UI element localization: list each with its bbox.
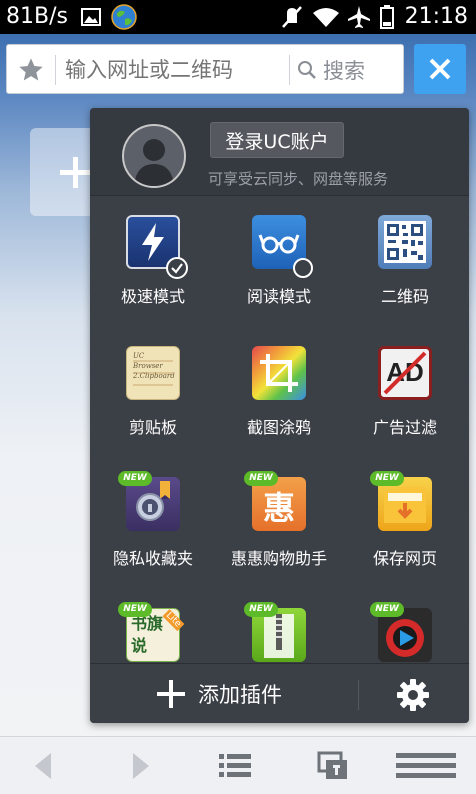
plugin-label: 极速模式 (120, 287, 185, 306)
bookmarks-button[interactable] (212, 737, 258, 794)
battery-icon (378, 0, 396, 34)
plugin-label: 剪贴板 (128, 418, 177, 437)
forward-arrow-icon (129, 751, 153, 781)
new-badge: NEW (244, 602, 278, 617)
new-badge: NEW (118, 471, 152, 486)
plugin-speed-mode[interactable]: 极速模式 (90, 197, 216, 328)
hamburger-menu-icon (396, 751, 456, 781)
ad-block-icon: AD (378, 346, 432, 400)
windows-icon (317, 751, 349, 781)
url-input[interactable] (65, 53, 285, 87)
plugin-menu: 登录UC账户 可享受云同步、网盘等服务 极速模式 阅读模式 二维码 UC Bro… (90, 108, 469, 723)
novel-text: 书旗说 (131, 614, 164, 655)
network-speed: 81B/s (6, 4, 68, 29)
crop-icon (252, 346, 306, 400)
search-button[interactable]: 搜索 (297, 51, 397, 89)
windows-button[interactable] (308, 737, 358, 794)
airplane-icon (346, 0, 372, 34)
new-badge: NEW (118, 602, 152, 617)
lite-badge: Lite (162, 609, 185, 631)
close-icon (428, 57, 452, 81)
new-badge: NEW (370, 602, 404, 617)
clipboard-icon: UC Browser 2.Clipboard (126, 346, 180, 400)
add-plugin-button[interactable]: 添加插件 (156, 676, 282, 712)
plugin-zip[interactable]: NEW (216, 590, 342, 663)
menu-footer: 添加插件 (90, 663, 469, 723)
mute-icon (280, 0, 304, 34)
add-plugin-label: 添加插件 (198, 683, 282, 707)
status-bar: 81B/s 21:18 (0, 0, 476, 34)
plugin-ad-filter[interactable]: AD 广告过滤 (342, 328, 468, 459)
account-header: 登录UC账户 可享受云同步、网盘等服务 (90, 108, 469, 196)
plugin-label: 保存网页 (372, 549, 437, 568)
back-button[interactable] (20, 737, 66, 794)
plugin-label: 截图涂鸦 (246, 418, 311, 437)
gear-icon (396, 678, 430, 712)
clipboard-text: UC Browser 2.Clipboard (133, 352, 175, 380)
search-label: 搜索 (323, 59, 365, 83)
bottom-toolbar (0, 736, 476, 794)
new-badge: NEW (244, 471, 278, 486)
plus-icon (156, 679, 186, 709)
globe-icon (110, 0, 138, 34)
star-icon[interactable] (17, 56, 45, 88)
plugin-label: 隐私收藏夹 (112, 549, 193, 568)
plugin-label: 阅读模式 (246, 287, 311, 306)
plugin-qrcode[interactable]: 二维码 (342, 197, 468, 328)
unchecked-circle-icon (292, 257, 314, 283)
back-arrow-icon (31, 751, 55, 781)
plugin-video-player[interactable]: NEW (342, 590, 468, 663)
image-icon (80, 0, 102, 34)
plugin-privacy-favorites[interactable]: NEW 隐私收藏夹 (90, 459, 216, 590)
plugin-save-page[interactable]: NEW 保存网页 (342, 459, 468, 590)
login-button[interactable]: 登录UC账户 (210, 122, 344, 158)
list-icon (219, 752, 251, 780)
plugin-screenshot-doodle[interactable]: 截图涂鸦 (216, 328, 342, 459)
clock: 21:18 (404, 4, 468, 29)
checkmark-icon (166, 257, 188, 283)
plugin-clipboard[interactable]: UC Browser 2.Clipboard 剪贴板 (90, 328, 216, 459)
plugin-hui-shopping[interactable]: NEW 惠 惠惠购物助手 (216, 459, 342, 590)
wifi-icon (310, 0, 342, 34)
qrcode-icon (378, 215, 432, 269)
plugin-label: 广告过滤 (372, 418, 437, 437)
plugin-grid: 极速模式 阅读模式 二维码 UC Browser 2.Clipboard 剪贴板… (90, 197, 469, 663)
new-badge: NEW (370, 471, 404, 486)
plugin-reading-mode[interactable]: 阅读模式 (216, 197, 342, 328)
address-bar: 搜索 (6, 44, 404, 94)
settings-button[interactable] (396, 678, 430, 712)
menu-button[interactable] (394, 737, 458, 794)
close-button[interactable] (414, 44, 466, 94)
plugin-label: 惠惠购物助手 (230, 549, 327, 568)
avatar[interactable] (122, 124, 186, 188)
plugin-label: 二维码 (380, 287, 429, 306)
search-icon (297, 60, 317, 80)
hui-text: 惠 (262, 489, 295, 527)
login-subtitle: 可享受云同步、网盘等服务 (208, 170, 389, 188)
forward-button[interactable] (118, 737, 164, 794)
plugin-novel-lite[interactable]: NEW 书旗说 Lite (90, 590, 216, 663)
